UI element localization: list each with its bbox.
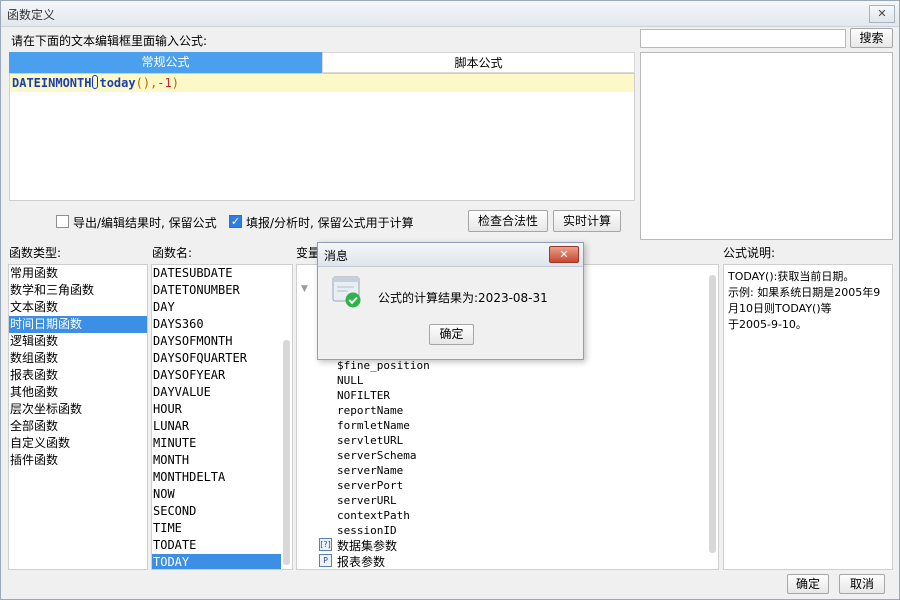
window-title: 函数定义 [7, 8, 56, 22]
window-close-button[interactable]: ✕ [869, 5, 895, 23]
keep-on-fill-label: 填报/分析时, 保留公式用于计算 [246, 216, 414, 230]
func-name-item[interactable]: DATESUBDATE [152, 265, 281, 282]
formula-description: TODAY():获取当前日期。 示例: 如果系统日期是2005年9 月10日则T… [723, 264, 893, 570]
realtime-calc-button[interactable]: 实时计算 [553, 210, 621, 232]
keep-on-export-label: 导出/编辑结果时, 保留公式 [73, 216, 217, 230]
ok-button[interactable]: 确定 [787, 574, 829, 594]
formula-inner-parens: () [135, 76, 151, 90]
func-name-item[interactable]: DATETONUMBER [152, 282, 281, 299]
description-line: 月10日则TODAY()等 [728, 302, 832, 315]
variable-item[interactable]: serverURL [337, 493, 397, 508]
func-name-item[interactable]: HOUR [152, 401, 281, 418]
variable-item[interactable]: NULL [337, 373, 364, 388]
func-name-item[interactable]: NOW [152, 486, 281, 503]
formula-inner-function: today [99, 76, 136, 90]
func-name-item[interactable]: DAYSOFYEAR [152, 367, 281, 384]
variable-item[interactable]: formletName [337, 418, 410, 433]
variable-item[interactable]: servletURL [337, 433, 403, 448]
func-type-item[interactable]: 数组函数 [9, 350, 147, 367]
func-type-item[interactable]: 文本函数 [9, 299, 147, 316]
func-name-scrollbar[interactable] [283, 340, 290, 565]
func-type-item[interactable]: 常用函数 [9, 265, 147, 282]
dialog-message: 公式的计算结果为:2023-08-31 [378, 291, 548, 305]
tab-regular-formula[interactable]: 常规公式 [9, 52, 322, 73]
variable-item[interactable]: serverSchema [337, 448, 416, 463]
func-type-item[interactable]: 层次坐标函数 [9, 401, 147, 418]
variable-item[interactable]: reportName [337, 403, 403, 418]
text-cursor [92, 75, 99, 89]
func-name-item[interactable]: DAYVALUE [152, 384, 281, 401]
check-validity-button[interactable]: 检查合法性 [468, 210, 548, 232]
func-name-heading: 函数名: [152, 246, 193, 260]
formula-editor[interactable]: DATEINMONTH today(),-1) [9, 73, 635, 201]
keep-on-fill-checkbox[interactable]: ✓ [229, 215, 242, 228]
description-line: 于2005-9-10。 [728, 318, 807, 331]
formula-argument: -1 [157, 76, 172, 90]
func-name-item[interactable]: TODATE [152, 537, 281, 554]
func-name-item[interactable]: MONTHDELTA [152, 469, 281, 486]
cancel-button[interactable]: 取消 [839, 574, 885, 594]
formula-line: DATEINMONTH today(),-1) [10, 74, 634, 92]
tree-group-label[interactable]: 数据集参数 [337, 537, 397, 554]
variable-item[interactable]: serverName [337, 463, 403, 478]
func-name-item[interactable]: MINUTE [152, 435, 281, 452]
func-type-list[interactable]: 常用函数 数学和三角函数 文本函数 时间日期函数 逻辑函数 数组函数 报表函数 其他函数 层次坐… [8, 264, 148, 570]
search-results-panel[interactable] [640, 52, 893, 240]
func-name-list[interactable]: DATESUBDATE DATETONUMBER DAY DAYS360 DAYSOFM… [151, 264, 293, 570]
dialog-close-button[interactable]: ✕ [549, 246, 579, 263]
tab-script-formula[interactable]: 脚本公式 [322, 52, 635, 73]
func-name-item[interactable]: TIME [152, 520, 281, 537]
func-name-item[interactable]: DAY [152, 299, 281, 316]
variable-item[interactable]: contextPath [337, 508, 410, 523]
func-name-item[interactable]: MONTH [152, 452, 281, 469]
func-type-item[interactable]: 数学和三角函数 [9, 282, 147, 299]
formula-tabs: 常规公式 脚本公式 [9, 52, 635, 73]
func-name-item[interactable]: SECOND [152, 503, 281, 520]
func-name-item[interactable]: DAYSOFMONTH [152, 333, 281, 350]
report-param-icon: P [319, 554, 332, 567]
dialog-title-bar: 消息 ✕ [318, 243, 583, 267]
formula-close-paren: ) [171, 76, 179, 90]
func-name-item[interactable]: DAYSOFQUARTER [152, 350, 281, 367]
success-check-icon [332, 276, 362, 308]
func-name-item[interactable]: LUNAR [152, 418, 281, 435]
func-type-item[interactable]: 其他函数 [9, 384, 147, 401]
keep-on-export-checkbox[interactable] [56, 215, 69, 228]
func-type-item[interactable]: 逻辑函数 [9, 333, 147, 350]
tree-expand-icon[interactable]: ▼ [301, 284, 308, 294]
func-type-item[interactable]: 全部函数 [9, 418, 147, 435]
dialog-title: 消息 [324, 249, 349, 263]
func-type-item[interactable]: 自定义函数 [9, 435, 147, 452]
title-bar: 函数定义 ✕ [1, 1, 899, 27]
dataset-param-icon: [?] [319, 538, 332, 551]
formula-definition-window: 函数定义 ✕ 请在下面的文本编辑框里面输入公式: 搜索 常规公式 脚本公式 DA… [0, 0, 900, 600]
variable-item[interactable]: NOFILTER [337, 388, 390, 403]
search-input[interactable] [640, 29, 846, 48]
description-heading: 公式说明: [723, 246, 776, 260]
search-button[interactable]: 搜索 [850, 28, 893, 48]
prompt-label: 请在下面的文本编辑框里面输入公式: [11, 34, 208, 48]
variable-item[interactable]: $fine_position [337, 358, 430, 373]
variable-item[interactable]: sessionID [337, 523, 397, 538]
func-type-item[interactable]: 插件函数 [9, 452, 147, 469]
formula-function: DATEINMONTH [12, 76, 92, 90]
dialog-ok-button[interactable]: 确定 [429, 324, 474, 345]
tree-group-label[interactable]: 报表参数 [337, 553, 385, 569]
description-line: 示例: 如果系统日期是2005年9 [728, 286, 881, 299]
func-type-item[interactable]: 报表函数 [9, 367, 147, 384]
variables-scrollbar[interactable] [709, 275, 716, 553]
func-name-item[interactable]: DAYS360 [152, 316, 281, 333]
func-type-item[interactable]: 时间日期函数 [9, 316, 147, 333]
func-type-heading: 函数类型: [9, 246, 62, 260]
variable-item[interactable]: serverPort [337, 478, 403, 493]
message-dialog: 消息 ✕ 公式的计算结果为:2023-08-31 确定 [317, 242, 584, 360]
description-line: TODAY():获取当前日期。 [728, 270, 855, 283]
func-name-item[interactable]: TODAY [152, 554, 281, 569]
